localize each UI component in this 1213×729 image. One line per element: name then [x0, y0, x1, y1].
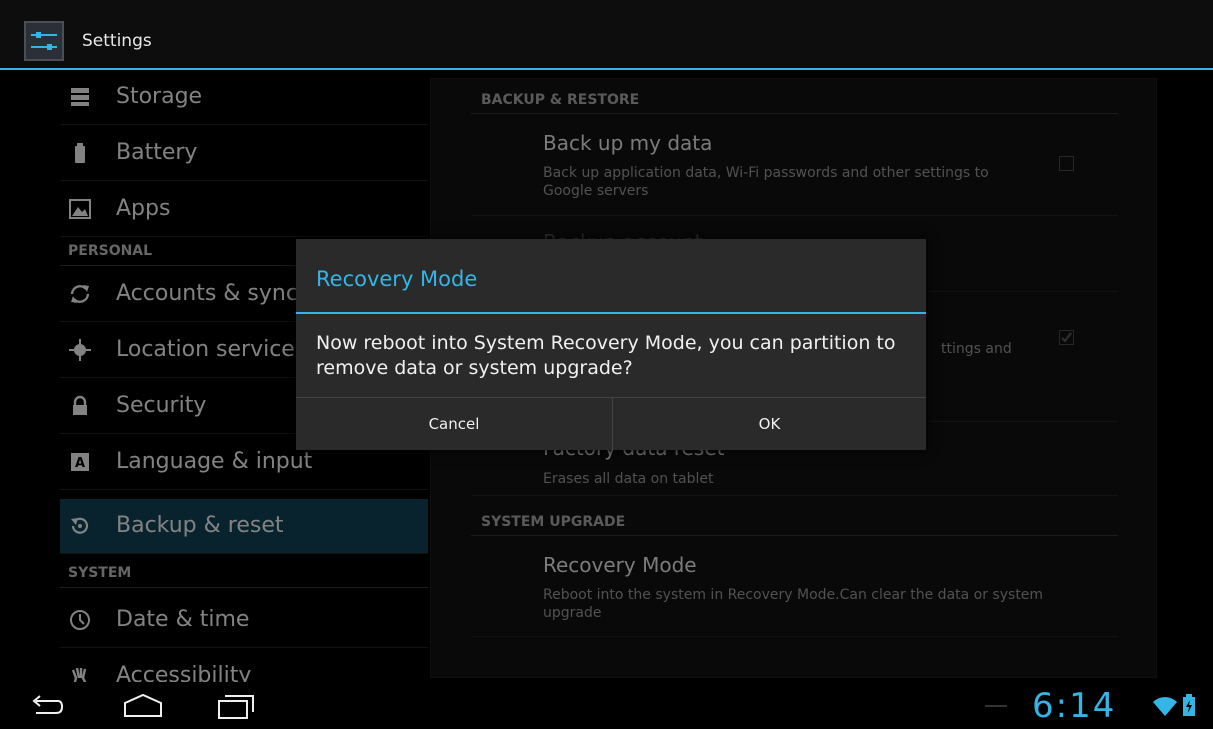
battery-status-icon	[1183, 694, 1195, 716]
cancel-button[interactable]: Cancel	[296, 398, 612, 451]
ok-button[interactable]: OK	[613, 398, 926, 451]
system-nav-bar: 6:14	[0, 682, 1213, 729]
back-icon[interactable]	[28, 694, 64, 718]
notification-dash-icon	[985, 705, 1007, 707]
status-clock[interactable]: 6:14	[1032, 686, 1116, 726]
recovery-mode-dialog: Recovery Mode Now reboot into System Rec…	[296, 239, 926, 451]
action-bar: Settings	[0, 0, 1213, 70]
dialog-button-bar: Cancel OK	[296, 397, 926, 451]
dialog-title-divider	[296, 312, 926, 314]
dialog-title: Recovery Mode	[316, 267, 478, 291]
recent-apps-icon[interactable]	[216, 694, 256, 720]
dialog-message: Now reboot into System Recovery Mode, yo…	[316, 332, 896, 379]
app-title: Settings	[82, 31, 152, 51]
settings-app-icon[interactable]	[24, 21, 64, 61]
home-icon[interactable]	[122, 692, 164, 720]
wifi-icon	[1153, 697, 1177, 716]
